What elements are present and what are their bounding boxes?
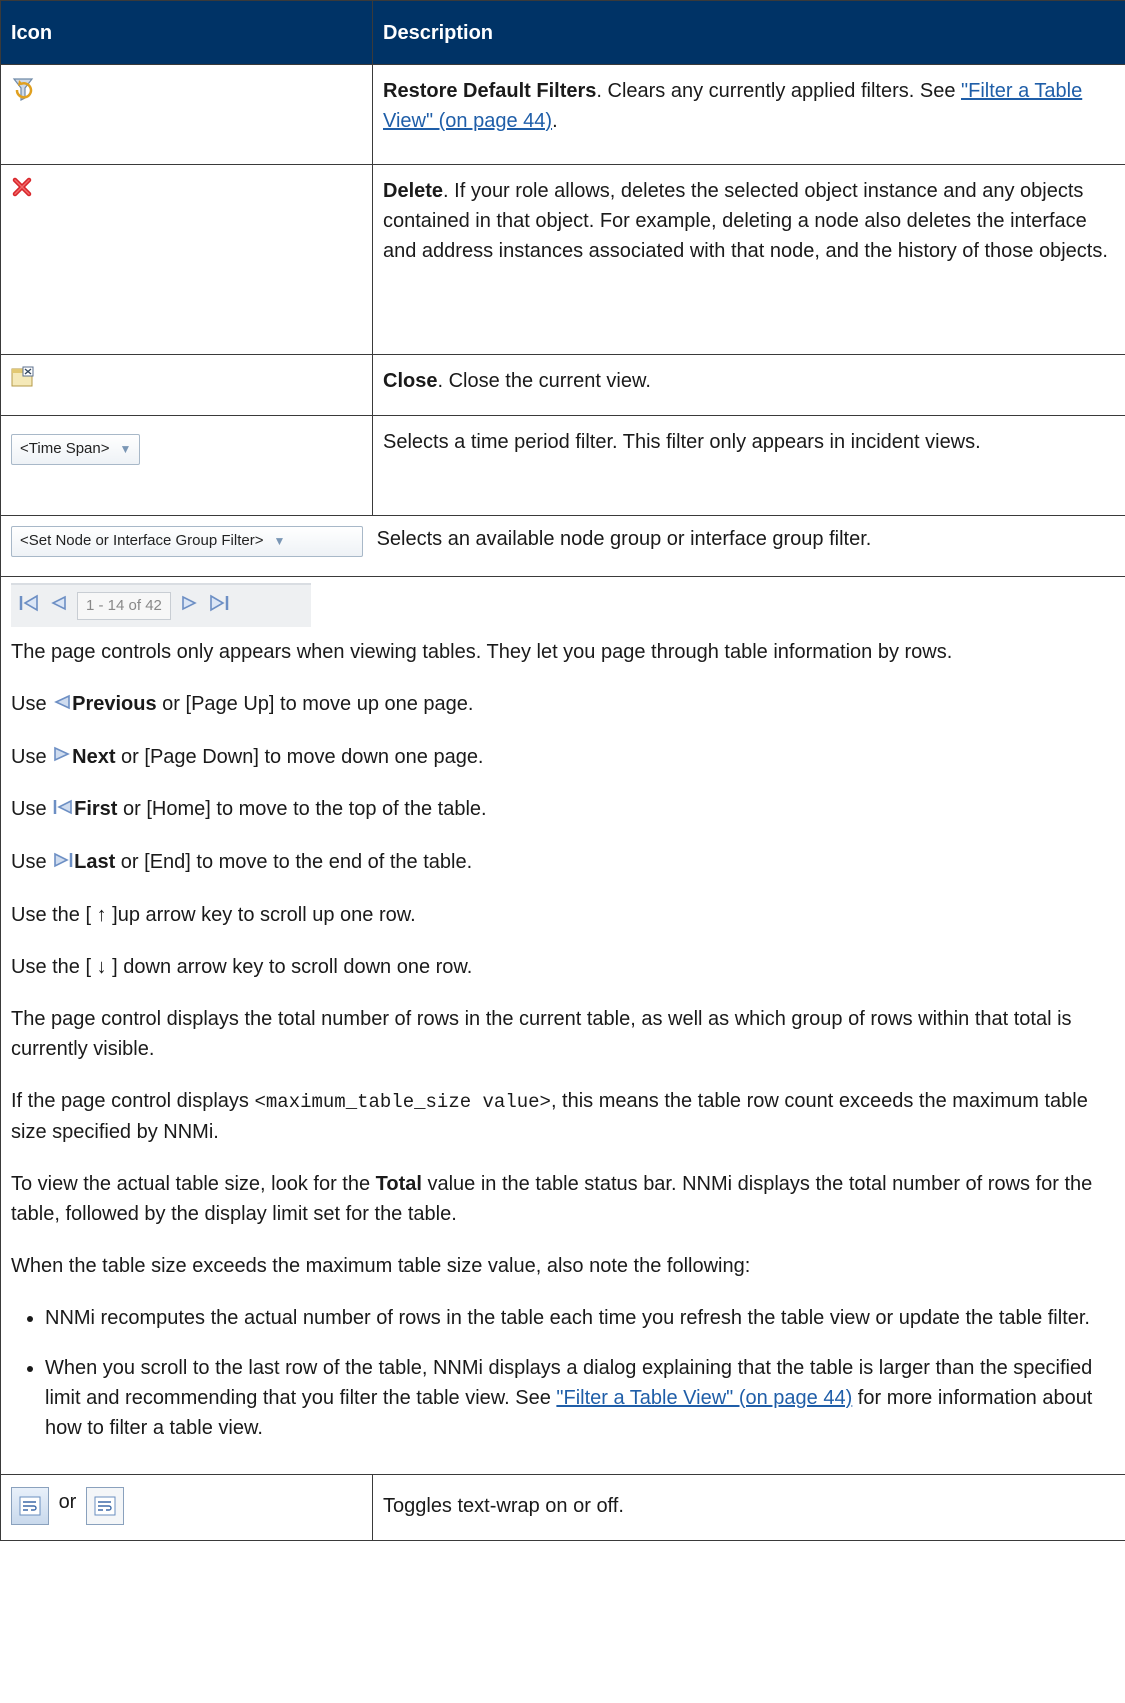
header-description: Description (372, 0, 1125, 65)
first-page-icon[interactable] (19, 591, 39, 621)
use-label: Use (11, 745, 53, 768)
delete-title: Delete (383, 180, 444, 202)
chevron-down-icon: ▼ (119, 442, 132, 456)
icon-description-table: Icon Description Restore Default Filters… (0, 0, 1125, 1541)
first-title: First (74, 798, 118, 821)
table-row: Close. Close the current view. (0, 354, 1125, 416)
restore-after: . (552, 110, 558, 132)
icon-cell (0, 354, 373, 416)
max-table-size-text: If the page control displays <maximum_ta… (11, 1086, 1115, 1147)
group-filter-cell: <Set Node or Interface Group Filter> ▼ S… (0, 515, 1125, 577)
close-title: Close (383, 370, 438, 392)
restore-title: Restore Default Filters (383, 80, 597, 102)
use-label: Use (11, 693, 53, 715)
description-cell: Restore Default Filters. Clears any curr… (372, 64, 1125, 165)
table-row: or Toggles text-wrap on or off. (0, 1473, 1125, 1541)
first-text: or [Home] to move to the top of the tabl… (117, 798, 487, 821)
first-icon (52, 795, 74, 825)
icon-cell: or (0, 1473, 373, 1541)
header-icon: Icon (0, 0, 373, 65)
when-exceeds-text: When the table size exceeds the maximum … (11, 1254, 751, 1277)
max-table-size-code: <maximum_table_size value> (254, 1090, 551, 1113)
description-cell: Selects a time period filter. This filte… (372, 415, 1125, 516)
notes-list: NNMi recomputes the actual number of row… (11, 1303, 1115, 1443)
use-label: Use (11, 798, 53, 821)
page-control-total-text: The page control displays the total numb… (11, 1007, 1072, 1060)
filter-table-view-link[interactable]: "Filter a Table View" (on page 44) (556, 1387, 852, 1409)
text-wrap-icon (94, 1496, 116, 1516)
previous-title: Previous (72, 693, 157, 715)
last-instruction: Use Last or [End] to move to the end of … (11, 847, 1115, 878)
page-controls-cell: 1 - 14 of 42 The page controls only appe… (0, 576, 1125, 1475)
view-text-a: To view the actual table size, look for … (11, 1172, 376, 1195)
total-bold: Total (375, 1172, 422, 1195)
description-cell: Delete. If your role allows, deletes the… (372, 164, 1125, 355)
description-cell: Close. Close the current view. (372, 354, 1125, 416)
previous-text: or [Page Up] to move up one page. (156, 693, 474, 715)
last-icon (52, 848, 74, 878)
last-text: or [End] to move to the end of the table… (115, 851, 473, 874)
next-title: Next (72, 745, 116, 768)
paging-intro: The page controls only appears when view… (11, 641, 953, 663)
next-instruction: Use Next or [Page Down] to move down one… (11, 742, 1115, 773)
use-label: Use (11, 851, 53, 874)
text-wrap-on-button[interactable] (11, 1486, 49, 1525)
group-filter-label: <Set Node or Interface Group Filter> (20, 532, 264, 549)
next-page-icon[interactable] (181, 591, 199, 621)
next-icon (52, 742, 72, 772)
table-row: <Time Span> ▼ Selects a time period filt… (0, 415, 1125, 516)
table-header-row: Icon Description (0, 0, 1125, 65)
list-item: When you scroll to the last row of the t… (45, 1353, 1115, 1443)
previous-page-icon[interactable] (49, 591, 67, 621)
chevron-down-icon: ▼ (273, 534, 286, 548)
time-span-select[interactable]: <Time Span> ▼ (11, 433, 141, 465)
restore-text: . Clears any currently applied filters. … (596, 80, 961, 102)
down-arrow-instruction: Use the [ ↓ ] down arrow key to scroll d… (11, 955, 473, 978)
page-controls: 1 - 14 of 42 (11, 583, 311, 627)
group-filter-text: Selects an available node group or inter… (376, 528, 872, 550)
text-wrap-off-button[interactable] (85, 1486, 124, 1525)
last-page-icon[interactable] (209, 591, 229, 621)
icon-cell (0, 64, 373, 165)
up-arrow-instruction: Use the [ ↑ ]up arrow key to scroll up o… (11, 903, 416, 926)
previous-instruction: Use Previous or [Page Up] to move up one… (11, 689, 1115, 720)
previous-icon (52, 690, 72, 720)
time-span-label: <Time Span> (20, 440, 110, 457)
restore-filters-icon (11, 76, 35, 111)
description-cell: Toggles text-wrap on or off. (372, 1473, 1125, 1541)
or-label: or (58, 1490, 77, 1513)
table-row: Delete. If your role allows, deletes the… (0, 164, 1125, 355)
actual-table-size-text: To view the actual table size, look for … (11, 1169, 1115, 1229)
icon-cell: <Time Span> ▼ (0, 415, 373, 516)
next-text: or [Page Down] to move down one page. (115, 745, 484, 768)
first-instruction: Use First or [Home] to move to the top o… (11, 794, 1115, 825)
close-view-icon (11, 366, 35, 397)
close-text: . Close the current view. (437, 370, 651, 392)
delete-text: . If your role allows, deletes the selec… (383, 180, 1108, 262)
page-range-display: 1 - 14 of 42 (77, 592, 171, 620)
table-row: 1 - 14 of 42 The page controls only appe… (0, 576, 1125, 1475)
group-filter-select[interactable]: <Set Node or Interface Group Filter> ▼ (11, 525, 363, 557)
table-row: Restore Default Filters. Clears any curr… (0, 64, 1125, 165)
max-text-a: If the page control displays (11, 1089, 255, 1112)
table-row: <Set Node or Interface Group Filter> ▼ S… (0, 515, 1125, 577)
list-item: NNMi recomputes the actual number of row… (45, 1303, 1115, 1333)
delete-x-icon (11, 176, 33, 207)
last-title: Last (74, 851, 116, 874)
text-wrap-icon (19, 1496, 41, 1516)
icon-cell (0, 164, 373, 355)
